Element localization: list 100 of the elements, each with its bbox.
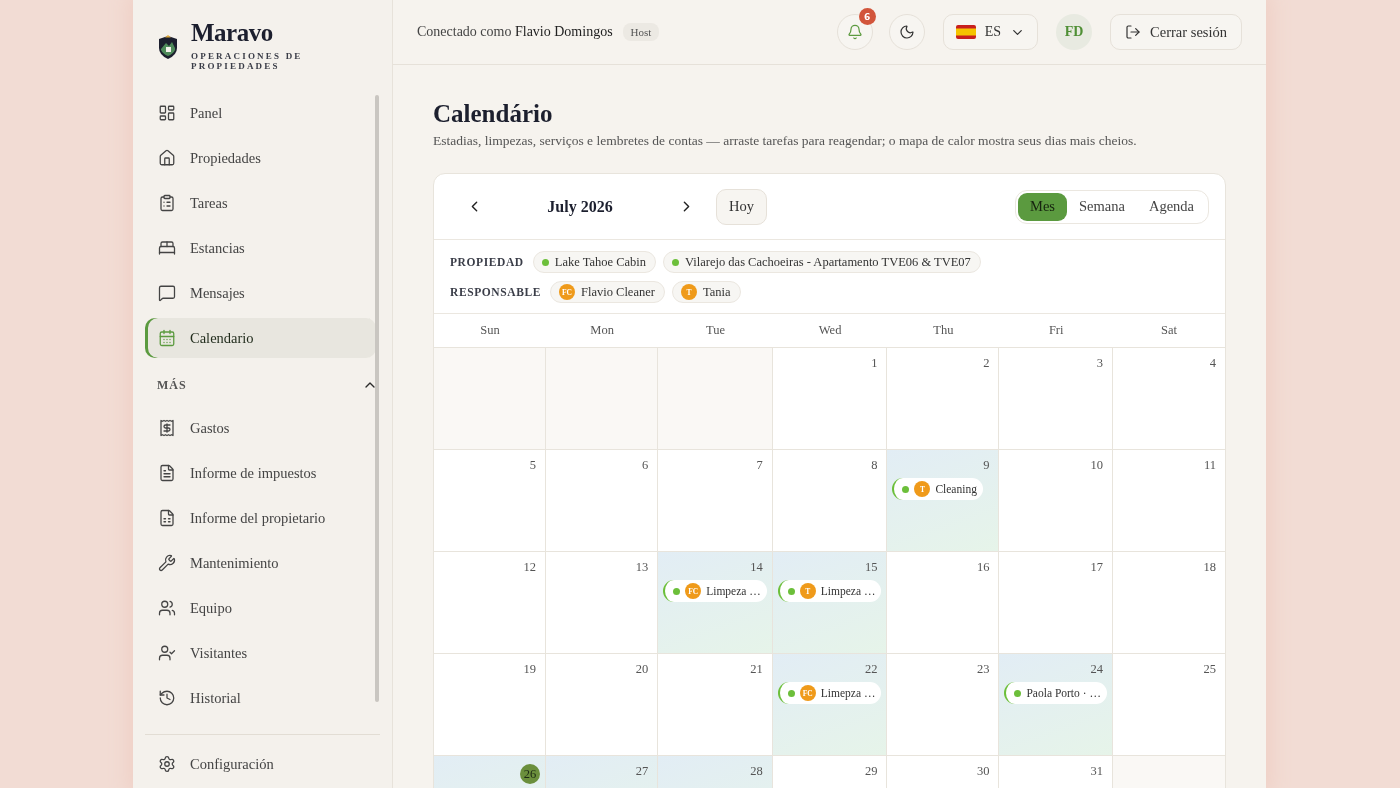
day-number: 8 <box>871 458 879 473</box>
day-number: 24 <box>1090 662 1104 677</box>
day-cell[interactable]: 6 <box>546 450 659 552</box>
sidebar-item[interactable]: Visitantes <box>145 633 376 673</box>
day-cell[interactable]: 2 <box>887 348 1000 450</box>
language-select[interactable]: ES <box>942 14 1039 50</box>
day-cell[interactable]: 28 <box>658 756 773 788</box>
view-tab[interactable]: Mes <box>1018 192 1067 221</box>
nav-icon <box>158 509 176 527</box>
day-number: 18 <box>1203 560 1217 575</box>
day-cell[interactable]: 27 <box>546 756 659 788</box>
view-tab[interactable]: Agenda <box>1136 192 1206 221</box>
day-cell[interactable]: 7 <box>658 450 773 552</box>
day-cell[interactable]: 1 <box>772 348 888 450</box>
today-button[interactable]: Hoy <box>716 188 767 225</box>
day-number: 2 <box>983 356 991 371</box>
filter-chip[interactable]: Lake Tahoe Cabin <box>532 251 656 273</box>
bell-icon <box>846 24 863 40</box>
day-number: 12 <box>523 560 538 575</box>
day-number: 9 <box>983 458 991 473</box>
role-tag: Host <box>622 23 660 41</box>
day-cell[interactable]: 3 <box>999 348 1113 450</box>
connected-user: Conectado como Flavio Domingos <box>417 24 613 40</box>
day-cell[interactable]: 24 Paola Porto · … <box>999 654 1113 756</box>
logout-button[interactable]: Cerrar sesión <box>1110 14 1242 50</box>
sidebar-item[interactable]: Informe del propietario <box>145 498 376 538</box>
day-number: 3 <box>1096 356 1104 371</box>
day-number: 27 <box>635 764 650 779</box>
nav-icon <box>158 644 176 662</box>
day-cell[interactable]: 21 <box>658 654 773 756</box>
page-subtitle: Estadias, limpezas, serviços e lembretes de contas — arraste tarefas para reagendar; o mapa de calor mostra seus dias mais cheios. <box>433 133 1138 149</box>
sidebar-item[interactable]: Tareas <box>145 183 376 223</box>
sidebar-item[interactable]: Calendario <box>145 318 376 358</box>
day-number: 22 <box>864 662 879 677</box>
event-pill[interactable]: Paola Porto · … <box>1004 682 1107 704</box>
nav-icon <box>158 464 176 482</box>
day-number: 25 <box>1203 662 1217 677</box>
sidebar-item[interactable]: Historial <box>145 678 376 718</box>
day-number: 16 <box>976 560 991 575</box>
day-cell[interactable]: 26 <box>434 756 547 788</box>
day-cell[interactable]: 13 <box>546 552 659 654</box>
logout-icon <box>1125 24 1142 40</box>
day-number: 29 <box>864 764 879 779</box>
nav-icon <box>158 689 176 707</box>
sidebar-item[interactable]: Panel <box>145 93 376 133</box>
day-number: 5 <box>529 458 538 473</box>
theme-toggle[interactable] <box>888 14 925 50</box>
brand-tagline: OPERACIONES DE PROPIEDADES <box>191 51 304 71</box>
nav-icon <box>158 194 176 212</box>
day-number: 1 <box>871 356 879 371</box>
sidebar-item[interactable]: Equipo <box>145 588 376 628</box>
day-number: 15 <box>864 560 879 575</box>
day-number: 7 <box>756 458 764 473</box>
nav-icon <box>158 599 176 617</box>
page-title: Calendário <box>433 99 554 129</box>
nav-icon <box>158 239 176 257</box>
nav-icon <box>158 329 176 347</box>
flag-icon <box>955 25 976 39</box>
day-number: 28 <box>750 764 764 779</box>
day-number: 20 <box>635 662 650 677</box>
sidebar-item[interactable]: Estancias <box>145 228 376 268</box>
day-number: 11 <box>1203 458 1217 473</box>
day-number: 21 <box>750 662 764 677</box>
sidebar-item[interactable]: Gastos <box>145 408 376 448</box>
filter-label: RESPONSABLE <box>450 286 541 298</box>
notifications-button[interactable] <box>836 14 873 50</box>
day-cell[interactable]: 10 <box>999 450 1113 552</box>
day-number: 23 <box>976 662 991 677</box>
day-cell[interactable]: 19 <box>434 654 547 756</box>
day-cell[interactable]: 20 <box>546 654 659 756</box>
view-tab[interactable]: Semana <box>1067 192 1137 221</box>
day-cell[interactable] <box>658 348 773 450</box>
day-cell[interactable]: 8 <box>772 450 888 552</box>
nav-icon <box>158 149 176 167</box>
nav-icon <box>158 104 176 122</box>
day-cell[interactable]: 12 <box>434 552 547 654</box>
sidebar-item[interactable]: Mantenimiento <box>145 543 376 583</box>
nav-icon <box>158 284 176 302</box>
day-cell[interactable]: 5 <box>434 450 547 552</box>
moon-icon <box>898 24 915 40</box>
day-number: 13 <box>635 560 650 575</box>
day-number: 4 <box>1209 356 1217 371</box>
day-number: 14 <box>750 560 764 575</box>
sidebar-item[interactable]: Propiedades <box>145 138 376 178</box>
day-cell[interactable]: 16 <box>887 552 1000 654</box>
sidebar-item[interactable]: Informe de impuestos <box>145 453 376 493</box>
sidebar-item[interactable]: Mensajes <box>145 273 376 313</box>
day-cell[interactable] <box>434 348 547 450</box>
day-cell[interactable]: 23 <box>887 654 1000 756</box>
sidebar-item[interactable]: Configuración <box>145 744 376 784</box>
day-number: 10 <box>1090 458 1104 473</box>
filter-chip[interactable]: Vilarejo das Cachoeiras - Apartamento TVE06 & TVE07 <box>663 251 981 273</box>
day-cell[interactable]: 17 <box>999 552 1113 654</box>
filter-label: PROPIEDAD <box>450 256 524 268</box>
nav-icon <box>158 755 176 773</box>
scrollbar[interactable] <box>375 95 379 702</box>
section-label: MÁS <box>157 377 187 393</box>
nav-icon <box>158 554 176 572</box>
day-number: 6 <box>641 458 650 473</box>
day-cell[interactable] <box>546 348 659 450</box>
